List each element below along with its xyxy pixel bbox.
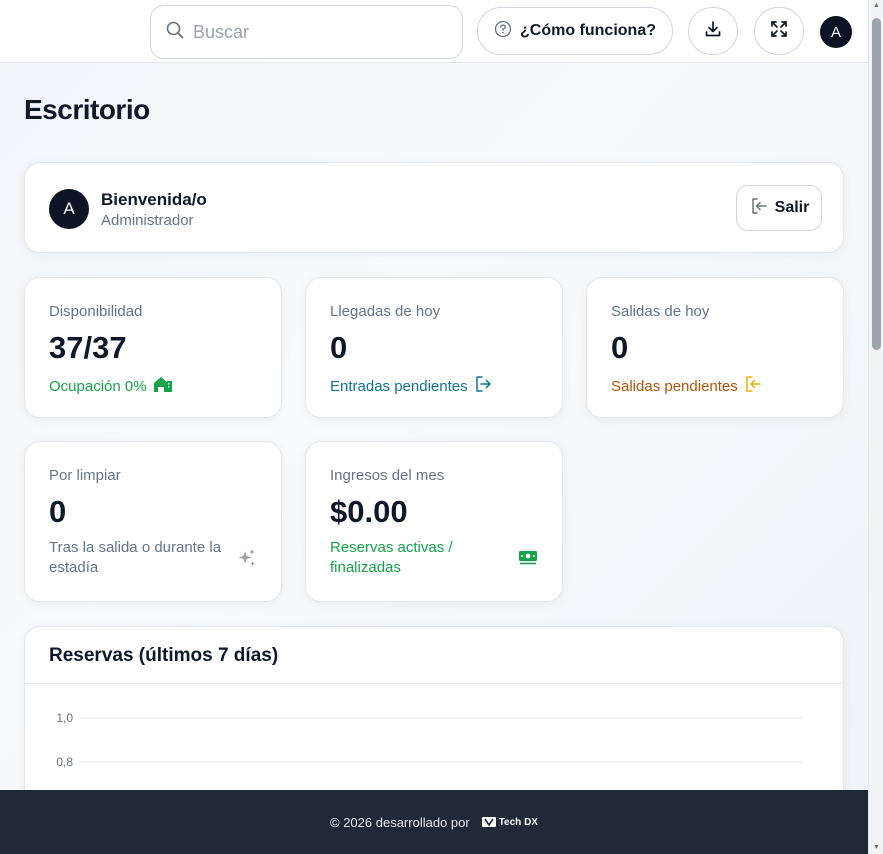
sparkles-icon [237,548,257,573]
y-tick-label: 0,8 [56,755,73,769]
footer: © 2026 desarrollado por Tech DX [0,790,868,854]
scroll-thumb[interactable] [872,18,881,350]
stat-value: $0.00 [330,494,408,529]
question-circle-icon [494,20,512,43]
stat-note: Ocupación 0% [49,375,173,397]
logout-icon [749,196,769,221]
stat-note-text: Ocupación 0% [49,377,147,395]
scroll-down-arrow-icon[interactable]: ▼ [872,844,881,852]
search-icon [165,20,185,45]
welcome-card: A Bienvenida/o Administrador Salir [24,162,844,253]
stat-note: Reservas activas / finalizadas [330,539,453,576]
footer-text: © 2026 desarrollado por [330,814,470,830]
avatar: A [49,189,89,229]
chart-title: Reservas (últimos 7 días) [49,645,279,666]
search-input[interactable] [193,21,443,43]
stat-note: Entradas pendientes [330,375,492,397]
stat-label: Salidas de hoy [611,303,710,320]
stat-note-text: Salidas pendientes [611,377,738,395]
page-title: Escritorio [24,94,150,125]
stat-note-text: Entradas pendientes [330,377,468,395]
stat-label: Ingresos del mes [330,467,445,484]
bookings-chart: 1,0 0,8 [56,711,803,769]
logout-label: Salir [774,199,810,216]
stat-value: 0 [330,330,348,365]
logout-button[interactable]: Salir [736,185,822,231]
y-tick-label: 1,0 [56,711,73,725]
expand-icon [769,19,789,44]
stat-value: 37/37 [49,330,127,365]
stat-value: 0 [49,494,67,529]
how-it-works-button[interactable]: ¿Cómo funciona? [477,7,673,55]
scroll-up-arrow-icon[interactable]: ▲ [872,2,881,10]
download-button[interactable] [688,7,738,55]
stat-value: 0 [611,330,629,365]
user-avatar[interactable]: A [820,16,852,48]
arrow-right-from-bracket-icon [474,375,492,397]
welcome-title: Bienvenida/o [101,190,207,209]
top-header: ¿Cómo funciona? A [0,0,868,63]
user-role: Administrador [101,212,194,229]
techdx-logo-icon [481,817,496,827]
stat-label: Llegadas de hoy [330,303,441,320]
how-it-works-label: ¿Cómo funciona? [520,22,656,39]
stat-card-arrivals-today: Llegadas de hoy 0 Entradas pendientes [305,277,563,418]
stat-card-monthly-income: Ingresos del mes $0.00 Reservas activas … [305,441,563,602]
stat-note: Tras la salida o durante la estadía [49,539,222,576]
stat-card-availability: Disponibilidad 37/37 Ocupación 0% [24,277,282,418]
fullscreen-button[interactable] [754,7,804,55]
techdx-logo[interactable]: Tech DX [481,816,538,828]
stat-card-to-clean: Por limpiar 0 Tras la salida o durante l… [24,441,282,602]
arrow-left-into-bracket-icon [744,375,762,397]
scrollbar[interactable]: ▲ ▼ [868,0,883,854]
techdx-logo-text: Tech DX [498,816,538,828]
money-icon [518,550,538,571]
stat-card-departures-today: Salidas de hoy 0 Salidas pendientes [586,277,844,418]
stat-label: Disponibilidad [49,303,143,320]
stat-label: Por limpiar [49,467,121,484]
stat-note: Salidas pendientes [611,375,762,397]
search-box[interactable] [150,5,463,59]
download-icon [703,19,723,44]
house-icon [153,375,173,397]
